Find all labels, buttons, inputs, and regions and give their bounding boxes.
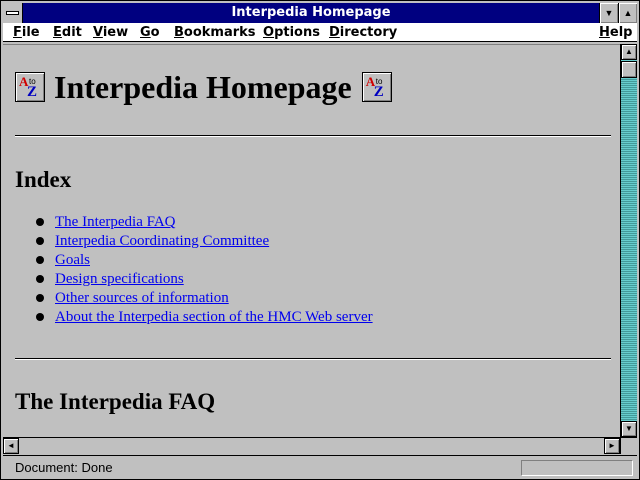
faq-heading: The Interpedia FAQ <box>15 389 216 414</box>
bullet-icon <box>36 294 44 302</box>
progress-meter <box>521 460 633 476</box>
menu-directory[interactable]: Directory <box>329 25 397 40</box>
scroll-right-button[interactable]: ► <box>604 438 620 454</box>
index-heading: Index <box>15 167 72 192</box>
window-title: Interpedia Homepage <box>231 5 391 20</box>
minimize-button[interactable]: ▼ <box>599 3 618 23</box>
status-text: Document: Done <box>15 460 113 475</box>
system-menu-button[interactable] <box>3 3 23 23</box>
bullet-icon <box>36 256 44 264</box>
link-goals[interactable]: Goals <box>55 252 90 268</box>
menu-bar: File Edit View Go Bookmarks Options Dire… <box>3 23 637 42</box>
status-bar: Document: Done <box>3 455 637 479</box>
menu-options[interactable]: Options <box>263 25 320 40</box>
list-item: Interpedia Coordinating Committee <box>33 232 373 251</box>
maximize-button[interactable]: ▲ <box>618 3 637 23</box>
bullet-icon <box>36 237 44 245</box>
page-title-text: Interpedia Homepage <box>54 68 352 105</box>
vertical-scroll-thumb[interactable] <box>621 61 637 78</box>
link-other-sources[interactable]: Other sources of information <box>55 290 229 306</box>
scroll-down-button[interactable]: ▼ <box>621 421 637 437</box>
document-view[interactable]: A to Z Interpedia Homepage A to Z Index … <box>3 44 620 437</box>
bullet-icon <box>36 275 44 283</box>
horizontal-rule <box>15 358 611 360</box>
a-to-z-icon: A to Z <box>15 72 45 102</box>
menu-help[interactable]: Help <box>599 25 632 40</box>
system-menu-icon <box>6 11 19 15</box>
menu-file[interactable]: File <box>13 25 40 40</box>
scroll-up-button[interactable]: ▲ <box>621 44 637 60</box>
menu-view[interactable]: View <box>93 25 128 40</box>
menu-bookmarks[interactable]: Bookmarks <box>174 25 256 40</box>
index-list: The Interpedia FAQ Interpedia Coordinati… <box>33 213 373 327</box>
title-bar[interactable]: Interpedia Homepage ▼ ▲ <box>3 3 637 23</box>
link-interpedia-faq[interactable]: The Interpedia FAQ <box>55 214 176 230</box>
scrollbar-corner <box>620 437 637 454</box>
bullet-icon <box>36 313 44 321</box>
scroll-left-button[interactable]: ◄ <box>3 438 19 454</box>
list-item: Design specifications <box>33 270 373 289</box>
horizontal-rule <box>15 135 611 137</box>
bullet-icon <box>36 218 44 226</box>
vertical-scrollbar[interactable]: ▲ ▼ <box>620 44 637 437</box>
horizontal-scrollbar[interactable]: ◄ ► <box>3 437 620 454</box>
link-about-hmc-section[interactable]: About the Interpedia section of the HMC … <box>55 309 373 325</box>
list-item: Other sources of information <box>33 289 373 308</box>
menu-edit[interactable]: Edit <box>53 25 82 40</box>
link-coordinating-committee[interactable]: Interpedia Coordinating Committee <box>55 233 269 249</box>
browser-window: Interpedia Homepage ▼ ▲ File Edit View G… <box>0 0 640 480</box>
list-item: About the Interpedia section of the HMC … <box>33 308 373 327</box>
page-title: A to Z Interpedia Homepage A to Z <box>15 67 392 107</box>
a-to-z-icon: A to Z <box>361 72 392 102</box>
list-item: Goals <box>33 251 373 270</box>
link-design-specifications[interactable]: Design specifications <box>55 271 184 287</box>
list-item: The Interpedia FAQ <box>33 213 373 232</box>
menu-go[interactable]: Go <box>140 25 160 40</box>
